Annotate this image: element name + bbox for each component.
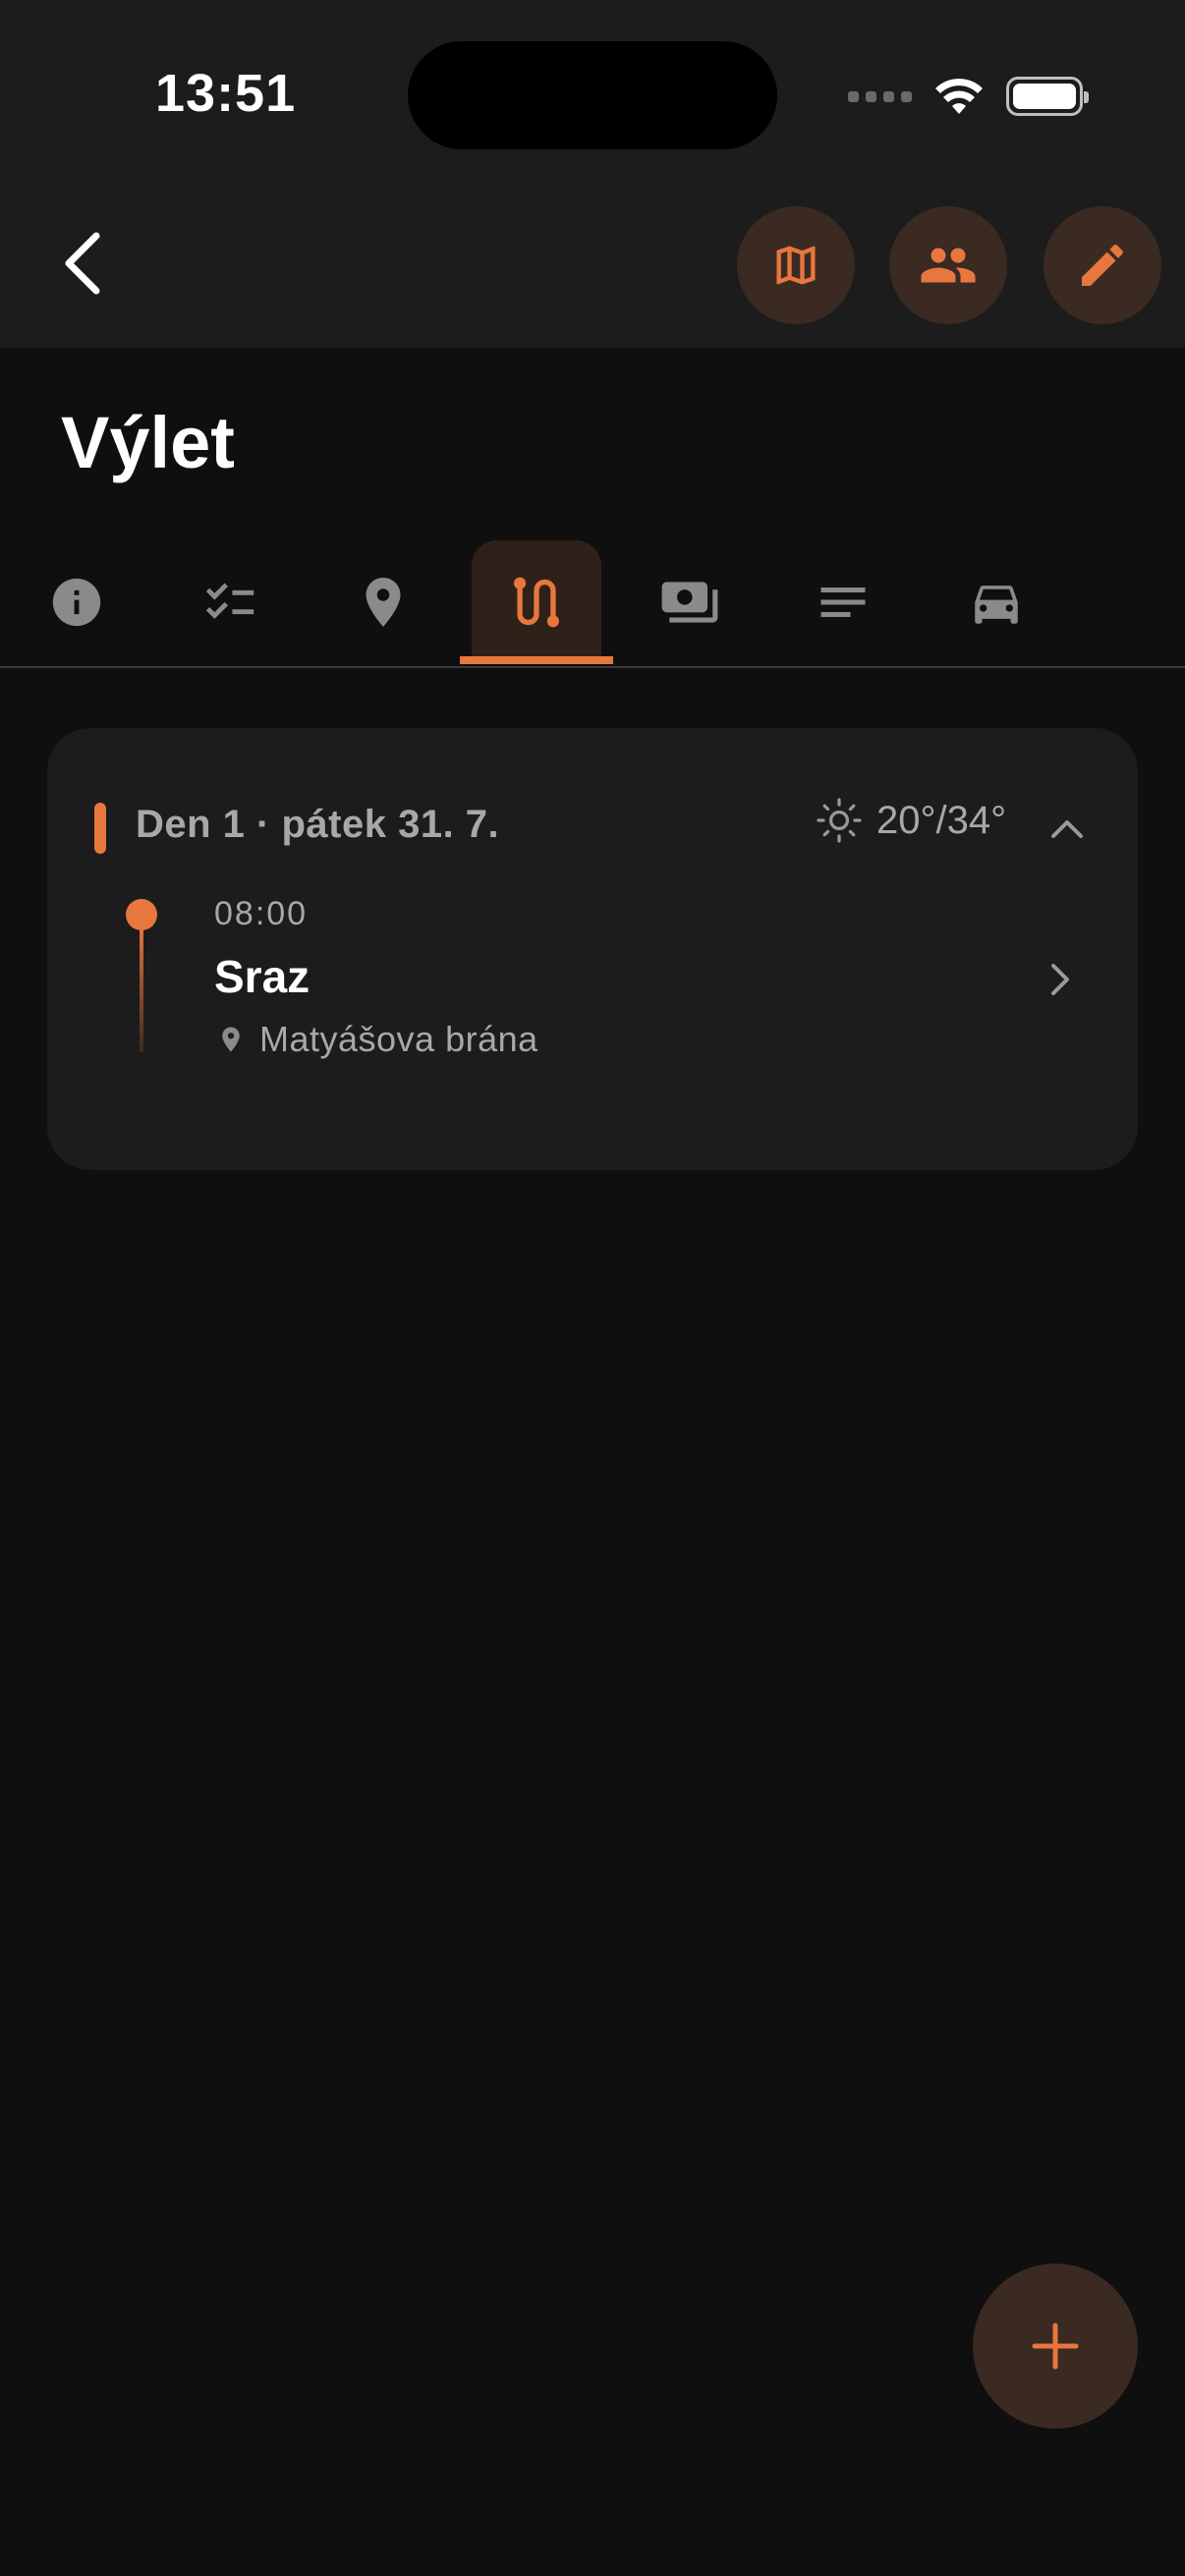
- tab-transport[interactable]: [931, 540, 1061, 664]
- weather-temperature: 20°/34°: [876, 798, 1007, 842]
- map-button[interactable]: [737, 206, 855, 324]
- tab-notes[interactable]: [778, 540, 908, 664]
- tab-checklist[interactable]: [165, 540, 295, 664]
- add-event-button[interactable]: [973, 2264, 1138, 2429]
- wifi-icon: [935, 79, 983, 114]
- battery-icon: [1006, 77, 1089, 116]
- sun-icon: [817, 798, 862, 843]
- location-pin-icon: [222, 1027, 240, 1052]
- day-color-marker: [94, 803, 106, 854]
- members-button[interactable]: [889, 206, 1007, 324]
- event-location-text: Matyášova brána: [259, 1019, 538, 1059]
- status-indicators: [848, 73, 1089, 120]
- checklist-icon: [205, 583, 254, 619]
- tab-bar: [0, 540, 1185, 668]
- active-tab-indicator: [460, 656, 613, 664]
- cellular-signal-icon: [848, 90, 912, 102]
- day-title: Den 1 · pátek 31. 7.: [136, 803, 500, 846]
- edit-button[interactable]: [1044, 206, 1161, 324]
- edit-icon: [1082, 244, 1124, 286]
- plus-icon: [1032, 2323, 1079, 2370]
- chevron-up-icon: [1051, 820, 1083, 838]
- chevron-left-icon: [65, 232, 100, 295]
- money-icon: [661, 582, 718, 623]
- info-icon: [52, 578, 101, 627]
- event-time: 08:00: [214, 895, 309, 932]
- day-card: Den 1 · pátek 31. 7. 20°/34° 08:00 Sraz …: [47, 728, 1138, 1170]
- map-icon: [776, 246, 816, 285]
- status-time: 13:51: [155, 64, 297, 123]
- event-location: Matyášova brána: [216, 1019, 538, 1060]
- tabs-divider: [0, 666, 1185, 668]
- weather-summary: 20°/34°: [816, 797, 1006, 844]
- dynamic-island: [408, 41, 777, 149]
- event-open-button[interactable]: [1030, 950, 1089, 1009]
- collapse-day-button[interactable]: [1038, 799, 1097, 858]
- event-title: Sraz: [214, 951, 310, 1002]
- route-icon: [514, 577, 559, 628]
- notes-icon: [820, 588, 866, 617]
- tab-itinerary[interactable]: [472, 540, 601, 664]
- timeline-line: [140, 924, 143, 1052]
- group-icon: [921, 248, 976, 283]
- tab-expenses[interactable]: [625, 540, 755, 664]
- location-pin-icon: [366, 578, 401, 627]
- chevron-right-icon: [1051, 964, 1069, 995]
- car-icon: [975, 586, 1018, 624]
- tab-places[interactable]: [318, 540, 448, 664]
- tab-info[interactable]: [12, 540, 141, 664]
- back-button[interactable]: [51, 222, 114, 305]
- top-app-bar: 13:51: [0, 0, 1185, 348]
- page-title: Výlet: [61, 402, 235, 483]
